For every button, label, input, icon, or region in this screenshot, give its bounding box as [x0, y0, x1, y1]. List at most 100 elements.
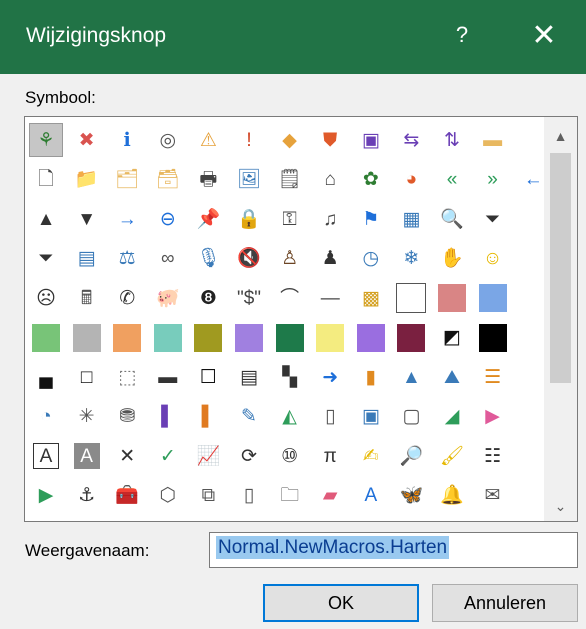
warning-icon[interactable]: ⚠	[191, 123, 225, 157]
user-silhouette-icon[interactable]: ♟	[313, 242, 347, 276]
dash-icon[interactable]: —	[313, 281, 347, 315]
piggy-bank-icon[interactable]: 🐖	[151, 281, 185, 315]
pin-icon[interactable]: 📌	[191, 202, 225, 236]
cone-icon[interactable]: ▲	[394, 360, 428, 394]
picture-icon[interactable]: 🖼	[232, 163, 266, 197]
magnifier-icon[interactable]: 🔍	[435, 202, 469, 236]
tablet-icon[interactable]: ▢	[394, 400, 428, 434]
brush-icon[interactable]: 🖌	[435, 439, 469, 473]
reading-icon[interactable]: ▤	[70, 242, 104, 276]
error-icon[interactable]: ✖	[70, 123, 104, 157]
scales-icon[interactable]: ⚖	[110, 242, 144, 276]
notes-icon[interactable]: 🗒	[273, 163, 307, 197]
radar-icon[interactable]: ✳	[70, 400, 104, 434]
scroll-up-icon[interactable]: ▲	[544, 121, 577, 151]
save-icon[interactable]: ▣	[354, 123, 388, 157]
binary-icon[interactable]: ⑩	[273, 439, 307, 473]
square-outline-icon[interactable]: □	[70, 360, 104, 394]
close-icon[interactable]: ✕	[526, 18, 562, 54]
rings-icon[interactable]: ∞	[151, 242, 185, 276]
letter-a-italic-icon[interactable]: A	[354, 479, 388, 513]
highlighter-icon[interactable]: ✍	[354, 439, 388, 473]
swatch-green[interactable]	[29, 321, 63, 355]
cross-icon[interactable]: ✕	[110, 439, 144, 473]
home-icon[interactable]: ⌂	[313, 163, 347, 197]
database-icon[interactable]: ⛃	[110, 400, 144, 434]
new-document-icon[interactable]: 🗋	[29, 163, 63, 197]
text-a-shaded-icon[interactable]: A	[73, 443, 100, 469]
select-shape-icon[interactable]: ⬡	[151, 479, 185, 513]
dollar-quote-icon[interactable]: "$"	[232, 281, 266, 315]
scroll-icon[interactable]: ♫	[313, 202, 347, 236]
org-chart-icon[interactable]: ⚘	[29, 123, 63, 157]
folders-icon[interactable]: 🗂	[110, 163, 144, 197]
triangle-down-icon[interactable]: ▼	[70, 202, 104, 236]
person-icon[interactable]: ♙	[273, 242, 307, 276]
search-icon[interactable]: 🔎	[394, 439, 428, 473]
copy-to-icon[interactable]: ⇆	[394, 123, 428, 157]
swatch-orange[interactable]	[110, 321, 144, 355]
list-icon[interactable]: ☷	[476, 439, 510, 473]
pencil-line-icon[interactable]: ◢	[435, 400, 469, 434]
microphone-icon[interactable]: 🎙	[191, 242, 225, 276]
purple-book-icon[interactable]: ▌	[151, 400, 185, 434]
shield-icon[interactable]: ⛊	[313, 123, 347, 157]
vertical-scrollbar[interactable]: ▲ ⌄	[544, 117, 577, 521]
flag-icon[interactable]: ⚑	[354, 202, 388, 236]
eraser-icon[interactable]: ▰	[313, 479, 347, 513]
mountains-icon[interactable]: ⛰	[435, 360, 469, 394]
swatch-teal[interactable]	[151, 321, 185, 355]
swatch-dark-green[interactable]	[273, 321, 307, 355]
swatch-gray[interactable]	[70, 321, 104, 355]
sad-face-icon[interactable]: ☹	[29, 281, 63, 315]
check-icon[interactable]: ✓	[151, 439, 185, 473]
filter-alt-icon[interactable]: ⏷	[29, 242, 63, 276]
folder-list-icon[interactable]: 🗃	[151, 163, 185, 197]
tab-folder-icon[interactable]: 🗀	[273, 479, 307, 513]
printer-icon[interactable]: 🖶	[191, 163, 225, 197]
contact-card-icon[interactable]: ▣	[354, 400, 388, 434]
swatch-lavender[interactable]	[232, 321, 266, 355]
color-grid-icon[interactable]: ▩	[354, 281, 388, 315]
display-name-field[interactable]: Normal.NewMacros.Harten	[209, 532, 578, 568]
arrow-right-icon[interactable]: →	[110, 202, 144, 236]
flow-arrow-icon[interactable]: ▶	[476, 400, 510, 434]
overlap-squares-icon[interactable]: ⧉	[191, 479, 225, 513]
bracket-box-icon[interactable]: ▯	[313, 400, 347, 434]
mute-icon[interactable]: 🔇	[232, 242, 266, 276]
calculator-icon[interactable]: 🖩	[70, 281, 104, 315]
chart-edit-icon[interactable]: 📈	[191, 439, 225, 473]
pi-icon[interactable]: π	[313, 439, 347, 473]
middle-band-icon[interactable]: ▤	[232, 360, 266, 394]
swatch-black[interactable]	[476, 321, 510, 355]
swatch-white[interactable]	[394, 281, 428, 315]
bar-chart-icon[interactable]: ▮	[354, 360, 388, 394]
snowflake-icon[interactable]: ❄	[394, 242, 428, 276]
ok-button[interactable]: OK	[263, 584, 419, 622]
swatch-olive[interactable]	[191, 321, 225, 355]
phone-icon[interactable]: ✆	[110, 281, 144, 315]
refresh-icon[interactable]: ⟳	[232, 439, 266, 473]
empty-square-icon[interactable]: ☐	[191, 360, 225, 394]
pie-chart-icon[interactable]: ◕	[394, 163, 428, 197]
circle-arrow-right-icon[interactable]: ➜	[313, 360, 347, 394]
folder-up-icon[interactable]: 📁	[70, 163, 104, 197]
double-arrow-left-icon[interactable]: «	[435, 163, 469, 197]
scroll-thumb[interactable]	[550, 153, 571, 383]
swatch-purple[interactable]	[354, 321, 388, 355]
diagonal-split-icon[interactable]: ◩	[435, 321, 469, 355]
help-button[interactable]: ?	[447, 20, 477, 50]
area-chart-icon[interactable]: ◭	[273, 400, 307, 434]
key-icon[interactable]: ⚿	[273, 202, 307, 236]
bell-icon[interactable]: 🔔	[435, 479, 469, 513]
swatch-blue[interactable]	[476, 281, 510, 315]
dotted-square-icon[interactable]: ⬚	[110, 360, 144, 394]
anchor-icon[interactable]: ⚓	[70, 479, 104, 513]
eye-arc-icon[interactable]: ⌒	[273, 281, 307, 315]
move-to-icon[interactable]: ⇅	[435, 123, 469, 157]
picture-edit-icon[interactable]: ✎	[232, 400, 266, 434]
swatch-yellow[interactable]	[313, 321, 347, 355]
clock-icon[interactable]: ◷	[354, 242, 388, 276]
double-arrow-right-icon[interactable]: »	[476, 163, 510, 197]
filter-icon[interactable]: ⏷	[476, 202, 510, 236]
